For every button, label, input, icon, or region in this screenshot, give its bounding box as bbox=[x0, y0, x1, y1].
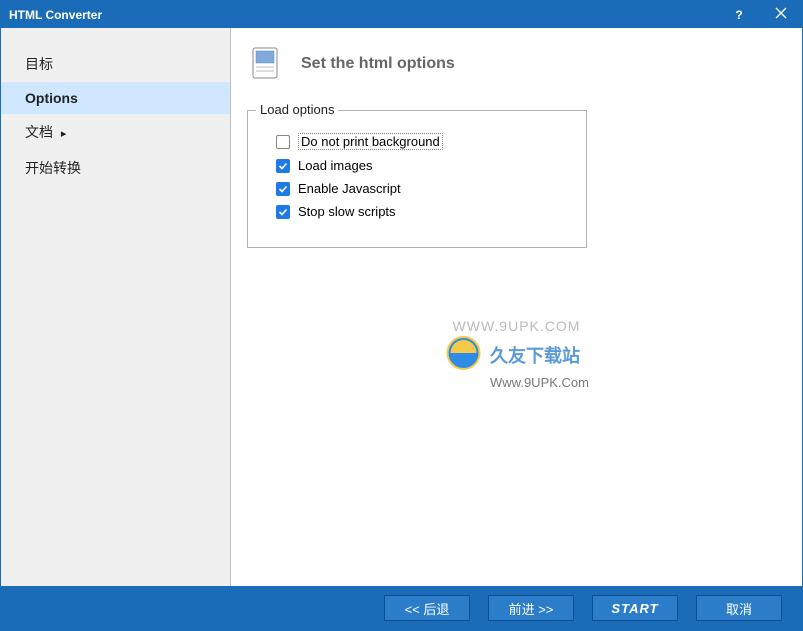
globe-icon bbox=[444, 334, 482, 375]
watermark-faint-url: WWW.9UPK.COM bbox=[444, 318, 589, 334]
checkbox-label: Enable Javascript bbox=[298, 181, 401, 196]
checkbox-label: Do not print background bbox=[298, 133, 443, 150]
option-row-no-print-background: Do not print background bbox=[276, 133, 558, 150]
button-label: << 后退 bbox=[405, 599, 450, 618]
back-button[interactable]: << 后退 bbox=[384, 595, 470, 621]
close-icon bbox=[775, 7, 787, 22]
sidebar-item-document[interactable]: 文档 ▸ bbox=[1, 114, 230, 150]
forward-button[interactable]: 前进 >> bbox=[488, 595, 574, 621]
watermark-title: 久友下载站 bbox=[490, 342, 580, 368]
footer: << 后退 前进 >> START 取消 bbox=[1, 586, 802, 630]
page-icon bbox=[249, 46, 285, 82]
checkbox-stop-slow-scripts[interactable] bbox=[276, 205, 290, 219]
watermark: WWW.9UPK.COM 久友下载站 Www.9UPK.Com bbox=[444, 318, 589, 390]
sidebar-item-label: Options bbox=[25, 90, 78, 106]
button-label: 前进 >> bbox=[509, 599, 554, 618]
sidebar: 目标 Options 文档 ▸ 开始转换 bbox=[1, 28, 231, 586]
page-title: Set the html options bbox=[301, 55, 455, 73]
group-legend: Load options bbox=[256, 102, 338, 117]
cancel-button[interactable]: 取消 bbox=[696, 595, 782, 621]
checkbox-label: Load images bbox=[298, 158, 372, 173]
close-button[interactable] bbox=[760, 1, 802, 28]
checkbox-no-print-background[interactable] bbox=[276, 135, 290, 149]
sidebar-item-label: 开始转换 bbox=[25, 160, 81, 176]
title-bar: HTML Converter ? bbox=[1, 1, 802, 28]
help-button[interactable]: ? bbox=[718, 1, 760, 28]
option-row-enable-javascript: Enable Javascript bbox=[276, 181, 558, 196]
sidebar-item-target[interactable]: 目标 bbox=[1, 46, 230, 82]
checkbox-load-images[interactable] bbox=[276, 159, 290, 173]
start-button[interactable]: START bbox=[592, 595, 678, 621]
sidebar-item-label: 目标 bbox=[25, 56, 53, 72]
checkbox-enable-javascript[interactable] bbox=[276, 182, 290, 196]
button-label: START bbox=[611, 601, 658, 616]
window-title: HTML Converter bbox=[9, 8, 102, 22]
option-row-stop-slow-scripts: Stop slow scripts bbox=[276, 204, 558, 219]
help-icon: ? bbox=[735, 8, 742, 22]
body-area: 目标 Options 文档 ▸ 开始转换 Set the html option… bbox=[1, 28, 802, 586]
main-panel: Set the html options Load options Do not… bbox=[231, 28, 802, 586]
watermark-url: Www.9UPK.Com bbox=[490, 375, 589, 390]
sidebar-item-label: 文档 bbox=[25, 124, 53, 140]
page-header: Set the html options bbox=[231, 28, 802, 90]
button-label: 取消 bbox=[726, 599, 752, 618]
sidebar-item-options[interactable]: Options bbox=[1, 82, 230, 114]
load-options-group: Load options Do not print background Loa… bbox=[247, 110, 587, 248]
checkbox-label: Stop slow scripts bbox=[298, 204, 396, 219]
sidebar-item-start-convert[interactable]: 开始转换 bbox=[1, 150, 230, 186]
chevron-right-icon: ▸ bbox=[61, 128, 67, 140]
option-row-load-images: Load images bbox=[276, 158, 558, 173]
